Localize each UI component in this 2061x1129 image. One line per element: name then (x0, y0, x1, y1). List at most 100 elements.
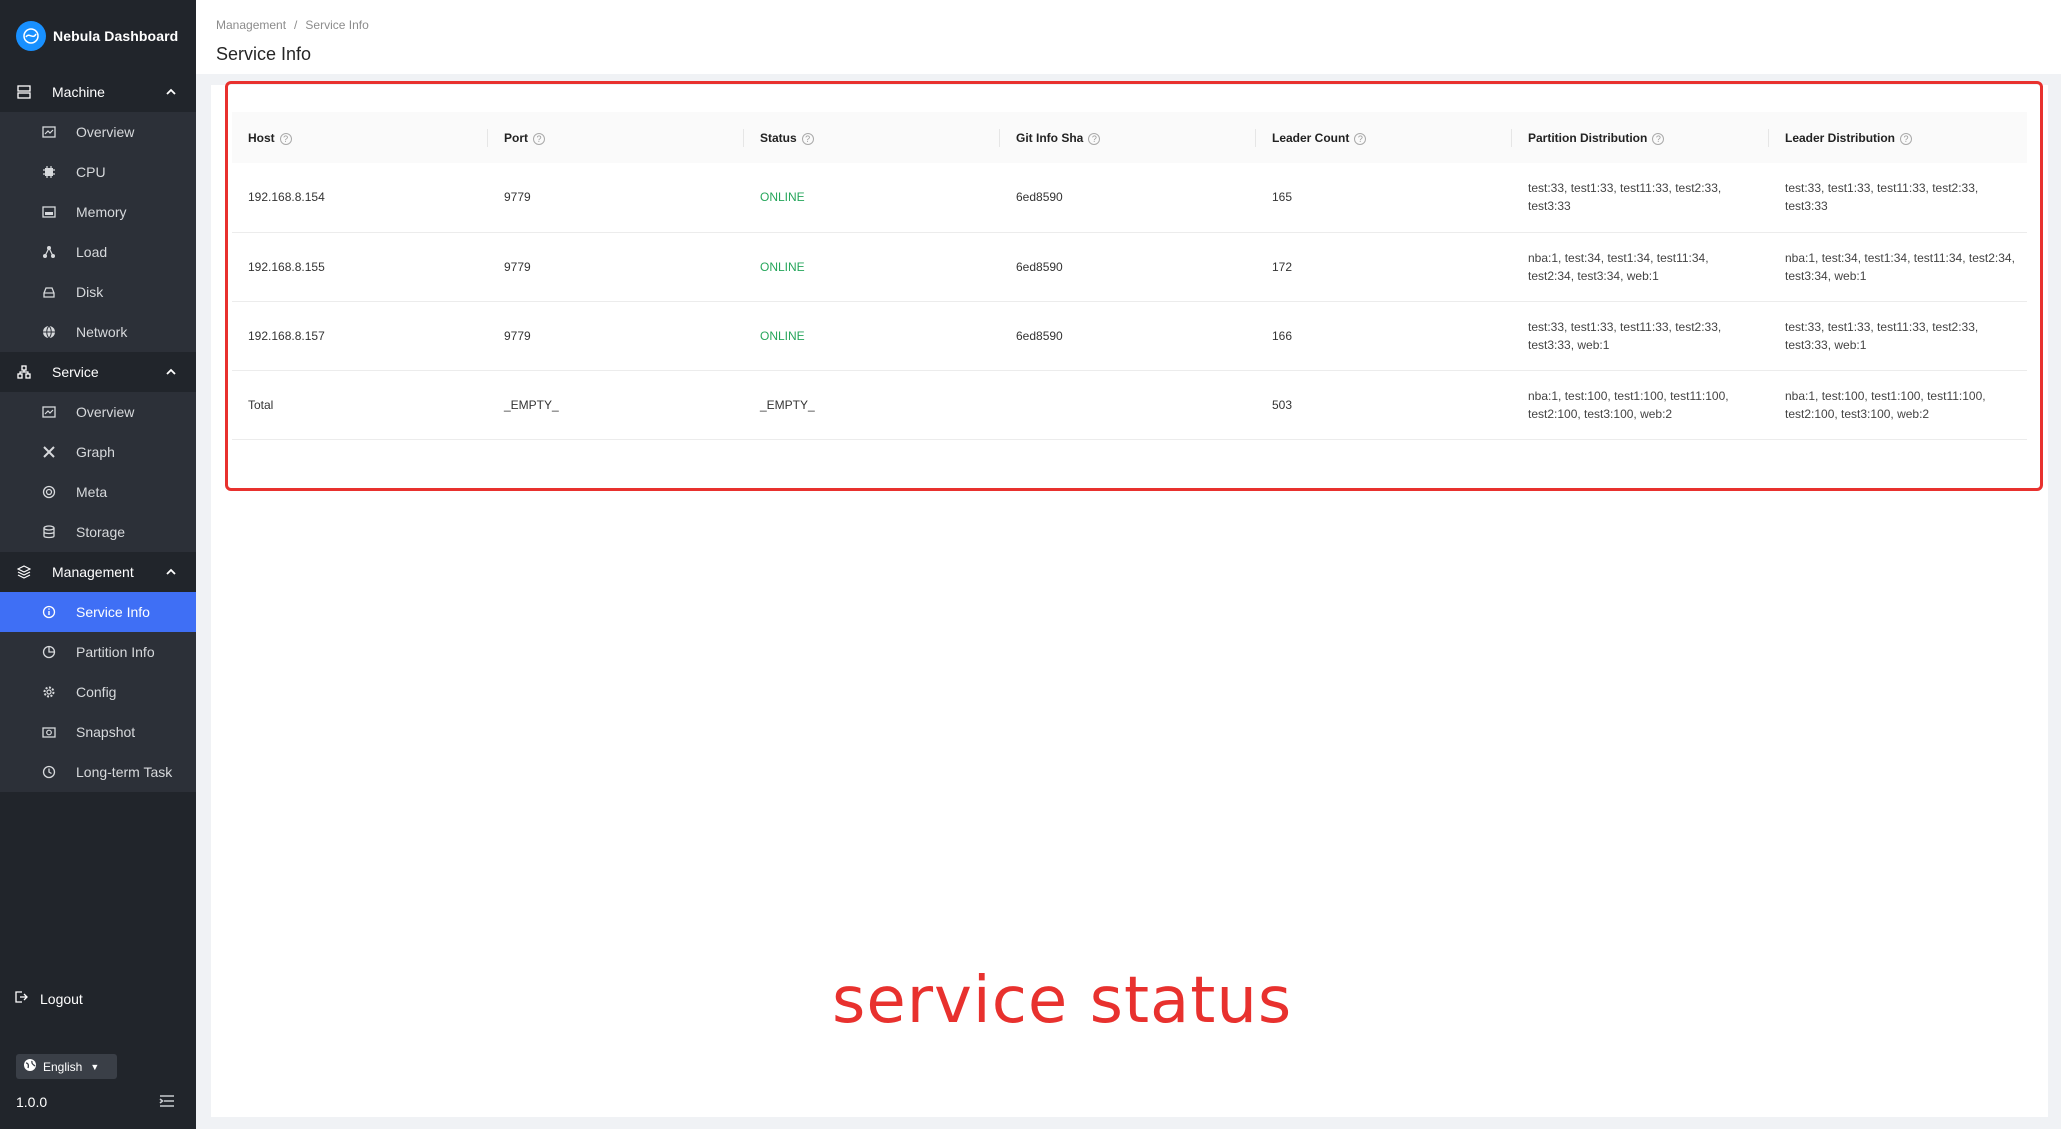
clock-icon (40, 763, 58, 781)
chevron-up-icon (166, 568, 176, 575)
column-header-leader-distribution[interactable]: Leader Distribution? (1769, 112, 2027, 163)
submenu-service: Overview Graph Meta Storage (0, 392, 196, 552)
service-info-table: Host? Port? Status? Git Info Sha? Leader… (232, 112, 2027, 440)
cell-leader-distribution: test:33, test1:33, test11:33, test2:33, … (1785, 181, 1979, 214)
logout-icon (14, 990, 28, 1007)
server-icon (14, 82, 34, 102)
sidebar-item-network[interactable]: Network (0, 312, 196, 352)
sidebar: Nebula Dashboard Machine Overview CPU Me… (0, 0, 196, 1129)
brand[interactable]: Nebula Dashboard (0, 0, 196, 72)
cell-host: Total (248, 397, 274, 412)
table-row: 192.168.8.154 9779 ONLINE 6ed8590 165 te… (232, 163, 2027, 232)
cell-leader-count: 172 (1272, 259, 1293, 274)
table-row: 192.168.8.155 9779 ONLINE 6ed8590 172 nb… (232, 232, 2027, 301)
table-row-total: Total _EMPTY_ _EMPTY_ 503 nba:1, test:10… (232, 370, 2027, 439)
sidebar-item-graph[interactable]: Graph (0, 432, 196, 472)
camera-icon (40, 723, 58, 741)
sidebar-item-label: Overview (76, 404, 135, 420)
sidebar-item-label: Network (76, 324, 128, 340)
cell-leader-distribution: test:33, test1:33, test11:33, test2:33, … (1785, 319, 1979, 352)
sidebar-item-label: Graph (76, 444, 115, 460)
question-circle-icon[interactable]: ? (1088, 132, 1101, 145)
annotation-label: service status (832, 964, 1293, 1038)
sidebar-item-config[interactable]: Config (0, 672, 196, 712)
version-label: 1.0.0 (16, 1094, 48, 1110)
cell-git-sha: 6ed8590 (1016, 328, 1063, 343)
menu-group-service[interactable]: Service (0, 352, 196, 392)
menu-group-management[interactable]: Management (0, 552, 196, 592)
cell-status: ONLINE (760, 190, 805, 205)
dashboard-icon (40, 123, 58, 141)
column-header-status[interactable]: Status? (744, 112, 1000, 163)
sidebar-item-memory[interactable]: Memory (0, 192, 196, 232)
cell-port: 9779 (504, 190, 531, 205)
sidebar-item-machine-overview[interactable]: Overview (0, 112, 196, 152)
question-circle-icon[interactable]: ? (1354, 132, 1367, 145)
sidebar-item-label: Partition Info (76, 644, 155, 660)
column-label: Git Info Sha (1016, 130, 1084, 145)
cell-port: 9779 (504, 259, 531, 274)
database-icon (40, 523, 58, 541)
column-header-leader-count[interactable]: Leader Count? (1256, 112, 1512, 163)
gear-icon (40, 683, 58, 701)
cell-host: 192.168.8.154 (248, 190, 325, 205)
sidebar-item-snapshot[interactable]: Snapshot (0, 712, 196, 752)
layers-icon (14, 562, 34, 582)
column-label: Leader Count (1272, 130, 1350, 145)
cell-partition-distribution: nba:1, test:34, test1:34, test11:34, tes… (1528, 250, 1709, 283)
breadcrumb-item: Service Info (305, 18, 369, 32)
column-header-partition-distribution[interactable]: Partition Distribution? (1512, 112, 1769, 163)
cell-leader-count: 165 (1272, 190, 1293, 205)
sidebar-item-load[interactable]: Load (0, 232, 196, 272)
sidebar-item-label: CPU (76, 164, 106, 180)
caret-down-icon: ▼ (90, 1061, 100, 1072)
sidebar-item-label: Load (76, 244, 108, 260)
graph-tools-icon (40, 443, 58, 461)
cell-git-sha: 6ed8590 (1016, 259, 1063, 274)
sidebar-item-service-overview[interactable]: Overview (0, 392, 196, 432)
question-circle-icon[interactable]: ? (279, 132, 292, 145)
load-icon (40, 243, 58, 261)
pie-icon (40, 643, 58, 661)
question-circle-icon[interactable]: ? (533, 132, 545, 145)
page-header: Management / Service Info Service Info (196, 0, 2061, 74)
cell-partition-distribution: test:33, test1:33, test11:33, test2:33, … (1528, 319, 1722, 352)
sidebar-item-service-info[interactable]: Service Info (0, 592, 196, 632)
question-circle-icon[interactable]: ? (1900, 132, 1913, 145)
column-label: Status (760, 130, 797, 145)
chevron-up-icon (166, 368, 176, 375)
sidebar-item-cpu[interactable]: CPU (0, 152, 196, 192)
column-header-git-info-sha[interactable]: Git Info Sha? (1000, 112, 1256, 163)
sidebar-item-label: Config (76, 684, 117, 700)
sidebar-item-partition-info[interactable]: Partition Info (0, 632, 196, 672)
dashboard-icon (40, 403, 58, 421)
column-header-port[interactable]: Port? (488, 112, 744, 163)
question-circle-icon[interactable]: ? (801, 132, 814, 145)
cell-leader-distribution: nba:1, test:34, test1:34, test11:34, tes… (1785, 250, 2015, 283)
disk-icon (40, 283, 58, 301)
menu-fold-icon[interactable] (158, 1092, 176, 1110)
column-header-host[interactable]: Host? (232, 112, 488, 163)
sidebar-item-long-term-task[interactable]: Long-term Task (0, 752, 196, 792)
cell-host: 192.168.8.155 (248, 259, 325, 274)
cell-status: ONLINE (760, 259, 805, 274)
sidebar-item-disk[interactable]: Disk (0, 272, 196, 312)
sidebar-item-meta[interactable]: Meta (0, 472, 196, 512)
menu-group-label: Management (52, 564, 134, 580)
cell-leader-count: 166 (1272, 328, 1293, 343)
breadcrumb-separator: / (294, 18, 298, 32)
menu-group-label: Machine (52, 84, 105, 100)
column-label: Port (504, 130, 528, 145)
breadcrumb-item[interactable]: Management (216, 18, 286, 32)
sidebar-item-label: Long-term Task (76, 764, 173, 780)
sidebar-item-storage[interactable]: Storage (0, 512, 196, 552)
logout-button[interactable]: Logout (14, 990, 83, 1007)
language-select[interactable]: English ▼ (16, 1054, 117, 1079)
question-circle-icon[interactable]: ? (1652, 132, 1665, 145)
logout-label: Logout (40, 990, 83, 1007)
sidebar-item-label: Service Info (76, 604, 150, 620)
cpu-icon (40, 163, 58, 181)
cell-partition-distribution: test:33, test1:33, test11:33, test2:33, … (1528, 181, 1722, 214)
menu-group-machine[interactable]: Machine (0, 72, 196, 112)
sidebar-item-label: Storage (76, 524, 126, 540)
